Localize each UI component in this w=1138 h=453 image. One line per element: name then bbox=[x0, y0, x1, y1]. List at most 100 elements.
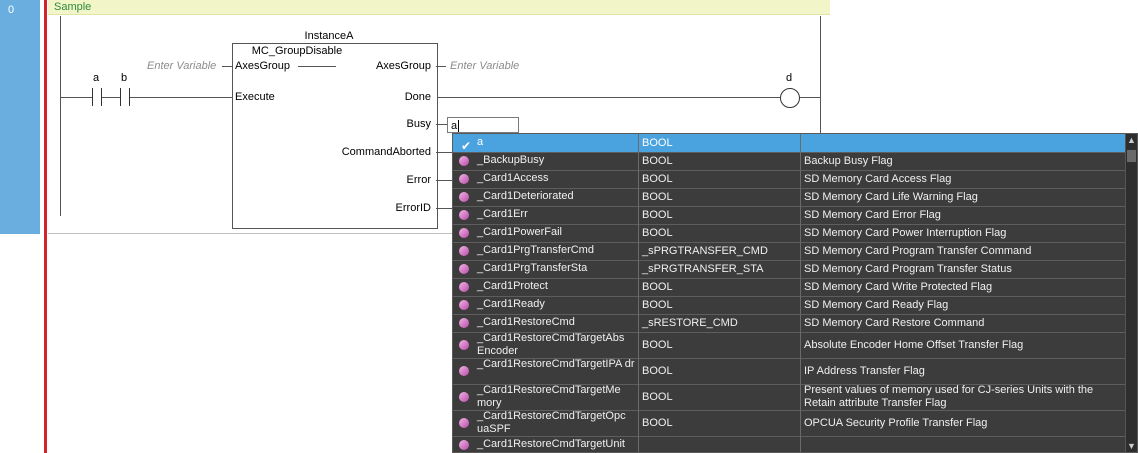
contact-a-label: a bbox=[93, 72, 100, 84]
pin-error-id: ErrorID bbox=[395, 202, 431, 214]
scroll-up-icon[interactable]: ▲ bbox=[1126, 134, 1137, 146]
scrollbar[interactable]: ▲ ▼ bbox=[1125, 134, 1137, 452]
item-type: BOOL bbox=[642, 338, 673, 351]
variable-icon bbox=[459, 210, 469, 220]
fb-type-name: MC_GroupDisable bbox=[251, 45, 343, 57]
rung-number-column[interactable]: 0 bbox=[0, 0, 40, 234]
item-type: BOOL bbox=[642, 208, 673, 221]
variable-icon bbox=[459, 174, 469, 184]
item-description: SD Memory Card Ready Flag bbox=[804, 298, 949, 311]
column-divider bbox=[800, 134, 801, 452]
item-name: _Card1RestoreCmdTargetAbs Encoder bbox=[477, 332, 625, 357]
busy-variable-input[interactable]: a bbox=[447, 117, 519, 133]
rung-number: 0 bbox=[8, 4, 15, 16]
item-name: _Card1PrgTransferSta bbox=[477, 262, 588, 274]
wire-segment bbox=[436, 97, 780, 98]
contact-b[interactable] bbox=[120, 88, 130, 106]
autocomplete-item[interactable]: _BackupBusy BOOL Backup Busy Flag bbox=[453, 152, 1127, 171]
variable-icon bbox=[459, 228, 469, 238]
item-description: OPCUA Security Profile Transfer Flag bbox=[804, 416, 988, 429]
variable-icon bbox=[459, 246, 469, 256]
autocomplete-item[interactable]: _Card1Err BOOL SD Memory Card Error Flag bbox=[453, 206, 1127, 225]
pin-wire bbox=[436, 180, 452, 181]
autocomplete-item[interactable]: _Card1Access BOOL SD Memory Card Access Fl… bbox=[453, 170, 1127, 189]
autocomplete-item[interactable]: _Card1PowerFail BOOL SD Memory Card Power … bbox=[453, 224, 1127, 243]
enter-variable-right[interactable]: Enter Variable bbox=[450, 60, 519, 72]
rung-comment-bar[interactable] bbox=[48, 0, 830, 15]
pin-done: Done bbox=[404, 91, 431, 103]
variable-icon bbox=[459, 318, 469, 328]
item-name: _Card1Protect bbox=[477, 280, 548, 292]
item-description: SD Memory Card Restore Command bbox=[804, 316, 985, 329]
autocomplete-item[interactable]: ✔ a BOOL bbox=[453, 134, 1127, 153]
item-type: BOOL bbox=[642, 172, 673, 185]
item-description: Present values of memory used for CJ-ser… bbox=[804, 384, 1094, 409]
autocomplete-item[interactable]: _Card1Ready BOOL SD Memory Card Ready Flag bbox=[453, 296, 1127, 315]
item-type: BOOL bbox=[642, 136, 673, 149]
autocomplete-popup[interactable]: ✔ a BOOL _BackupBusy BOOL Backup Busy Flag _Ca… bbox=[452, 133, 1138, 453]
item-type: _sPRGTRANSFER_STA bbox=[642, 262, 764, 275]
item-description: SD Memory Card Program Transfer Status bbox=[804, 262, 1012, 275]
rung-separator bbox=[48, 233, 453, 234]
item-description: IP Address Transfer Flag bbox=[804, 364, 925, 377]
pin-command-aborted: CommandAborted bbox=[341, 146, 431, 158]
wire-segment bbox=[130, 97, 232, 98]
item-type: BOOL bbox=[642, 364, 673, 377]
item-type: BOOL bbox=[642, 190, 673, 203]
pin-execute: Execute bbox=[235, 91, 275, 103]
left-power-rail bbox=[44, 0, 47, 453]
variable-icon bbox=[459, 264, 469, 274]
item-description: SD Memory Card Life Warning Flag bbox=[804, 190, 978, 203]
rung-comment: Sample bbox=[54, 1, 92, 13]
item-description: SD Memory Card Program Transfer Command bbox=[804, 244, 1032, 257]
pin-axesgroup-in: AxesGroup bbox=[235, 60, 291, 72]
autocomplete-item[interactable]: _Card1Protect BOOL SD Memory Card Write Pr… bbox=[453, 278, 1127, 297]
scroll-down-icon[interactable]: ▼ bbox=[1126, 440, 1137, 452]
item-type: BOOL bbox=[642, 226, 673, 239]
pin-wire bbox=[436, 124, 447, 125]
item-type: BOOL bbox=[642, 154, 673, 167]
text-caret bbox=[458, 120, 460, 133]
autocomplete-item[interactable]: _Card1RestoreCmdTargetOpc uaSPF BOOL OPCUA… bbox=[453, 410, 1127, 437]
variable-icon bbox=[459, 156, 469, 166]
scrollbar-thumb[interactable] bbox=[1127, 150, 1136, 162]
item-name: _Card1Access bbox=[477, 172, 549, 184]
item-name: _Card1PowerFail bbox=[477, 226, 562, 238]
variable-icon bbox=[459, 340, 469, 350]
autocomplete-item[interactable]: _Card1Deteriorated BOOL SD Memory Card Lif… bbox=[453, 188, 1127, 207]
item-name: _Card1PrgTransferCmd bbox=[477, 244, 594, 256]
enter-variable-left[interactable]: Enter Variable bbox=[147, 60, 216, 72]
autocomplete-item[interactable]: _Card1RestoreCmdTargetMe mory BOOL Present… bbox=[453, 384, 1127, 411]
pin-wire bbox=[436, 152, 452, 153]
item-type: _sRESTORE_CMD bbox=[642, 316, 738, 329]
variable-icon bbox=[459, 440, 469, 450]
autocomplete-item[interactable]: _Card1RestoreCmdTargetUnit bbox=[453, 436, 1127, 452]
autocomplete-item[interactable]: _Card1PrgTransferCmd _sPRGTRANSFER_CMD SD … bbox=[453, 242, 1127, 261]
column-divider bbox=[638, 134, 639, 452]
autocomplete-item[interactable]: _Card1RestoreCmdTargetIPA dr BOOL IP Addre… bbox=[453, 358, 1127, 385]
fb-instance-name[interactable]: InstanceA bbox=[289, 30, 369, 42]
coil-d[interactable] bbox=[780, 88, 800, 108]
variable-icon bbox=[459, 418, 469, 428]
item-name: _Card1RestoreCmdTargetOpc uaSPF bbox=[477, 410, 626, 435]
item-name: _Card1RestoreCmdTargetMe mory bbox=[477, 384, 621, 409]
item-description: Absolute Encoder Home Offset Transfer Fl… bbox=[804, 338, 1024, 351]
autocomplete-item[interactable]: _Card1RestoreCmd _sRESTORE_CMD SD Memory C… bbox=[453, 314, 1127, 333]
variable-icon bbox=[459, 300, 469, 310]
autocomplete-item[interactable]: _Card1PrgTransferSta _sPRGTRANSFER_STA SD … bbox=[453, 260, 1127, 279]
item-type: _sPRGTRANSFER_CMD bbox=[642, 244, 768, 257]
item-description: SD Memory Card Power Interruption Flag bbox=[804, 226, 1007, 239]
variable-icon bbox=[459, 192, 469, 202]
item-description: SD Memory Card Access Flag bbox=[804, 172, 952, 185]
pin-axesgroup-out: AxesGroup bbox=[375, 60, 431, 72]
item-name: _Card1Deteriorated bbox=[477, 190, 574, 202]
pin-wire bbox=[222, 66, 232, 67]
variable-icon bbox=[459, 366, 469, 376]
busy-variable-text: a bbox=[451, 120, 458, 132]
item-name: _Card1RestoreCmdTargetUnit bbox=[477, 438, 625, 450]
ladder-left-rail bbox=[60, 16, 61, 216]
pin-wire bbox=[436, 66, 446, 67]
autocomplete-item[interactable]: _Card1RestoreCmdTargetAbs Encoder BOOL Abs… bbox=[453, 332, 1127, 359]
item-name: _Card1Err bbox=[477, 208, 528, 220]
contact-a[interactable] bbox=[92, 88, 102, 106]
